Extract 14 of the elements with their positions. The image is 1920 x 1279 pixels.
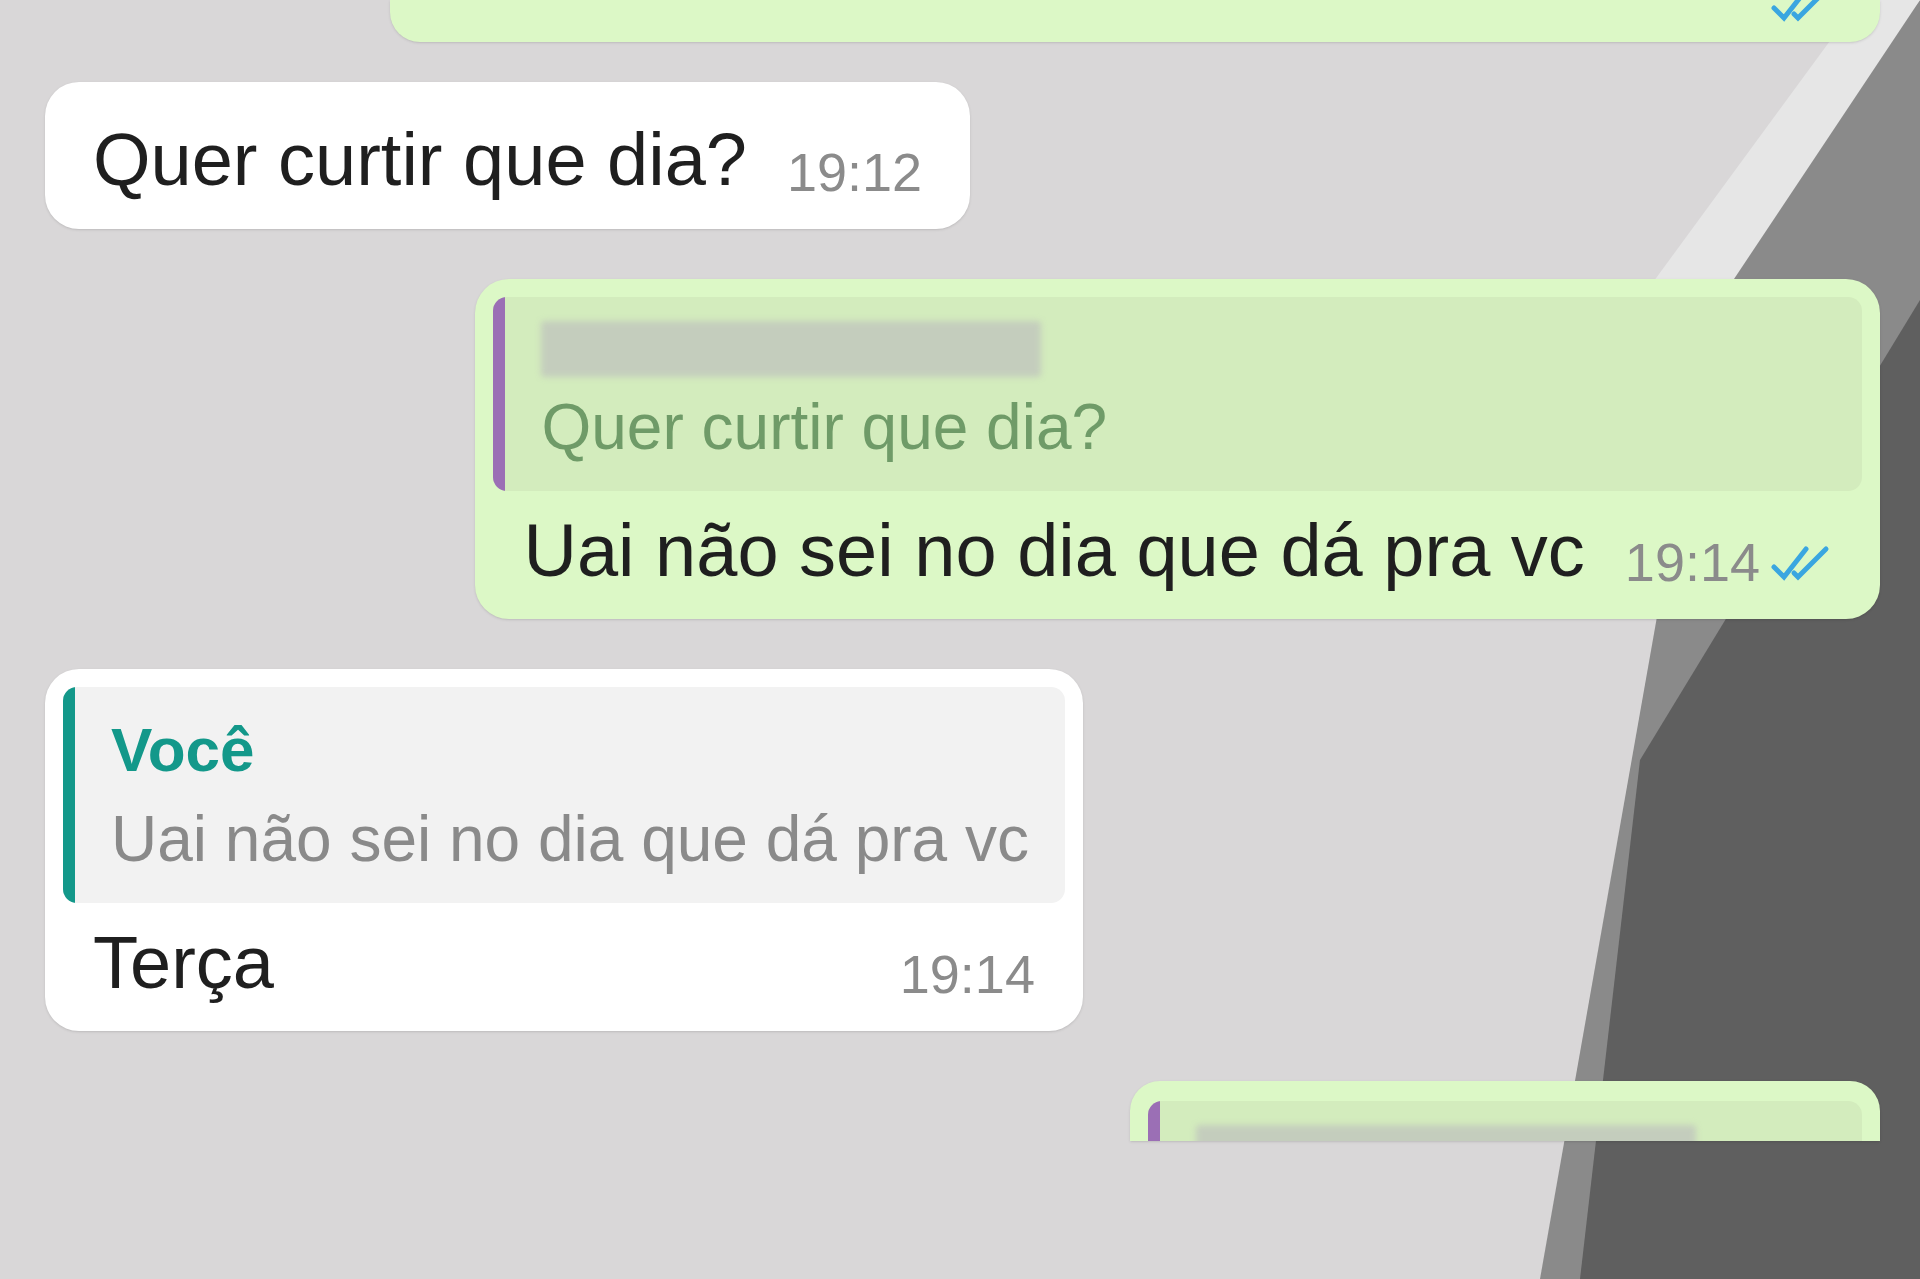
- message-text: Quer curtir que dia?: [93, 117, 747, 203]
- message-bubble[interactable]: [390, 0, 1880, 42]
- quote-text: Uai não sei no dia que dá pra vc: [111, 801, 1029, 877]
- message-text: Terça: [93, 919, 274, 1006]
- message-bubble[interactable]: Quer curtir que dia? 19:12: [45, 82, 971, 229]
- message-bubble[interactable]: Você Uai não sei no dia que dá pra vc Terça 19:14: [45, 669, 1083, 1031]
- message-bubble[interactable]: Quer curtir que dia? Uai não sei no dia que dá pra vc 19:14: [475, 278, 1880, 619]
- message-time: 19:14: [1624, 531, 1760, 594]
- message-time: 19:14: [899, 943, 1035, 1006]
- message-time: 19:12: [787, 140, 923, 204]
- message-bubble[interactable]: [1130, 1081, 1880, 1141]
- message-text: Uai não sei no dia que dá pra vc: [523, 507, 1585, 594]
- quote-text: Quer curtir que dia?: [541, 389, 1108, 465]
- quote-author: Você: [111, 714, 256, 786]
